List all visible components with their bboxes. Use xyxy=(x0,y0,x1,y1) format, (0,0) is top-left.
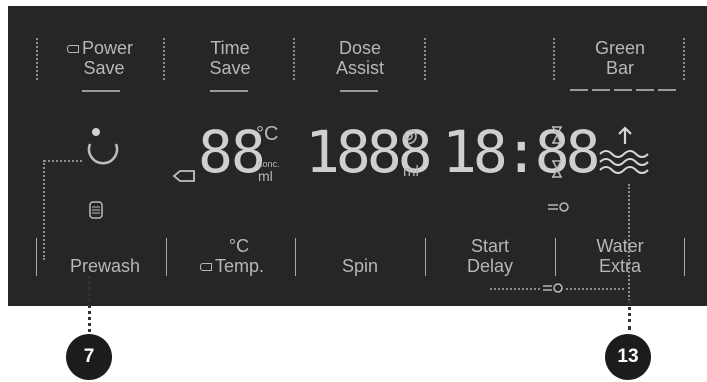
conc-unit: ml xyxy=(258,168,273,184)
temp-digits: 88 xyxy=(198,118,266,186)
key-icon xyxy=(172,170,195,182)
temp-line1: °C xyxy=(228,236,250,256)
separator xyxy=(166,238,167,276)
power-icon xyxy=(87,128,119,165)
connector-dots xyxy=(43,160,45,260)
callout-leader xyxy=(628,300,631,330)
green-bar-segments xyxy=(570,89,678,92)
time-save-line2: Save xyxy=(209,58,251,78)
temp-line2: Temp. xyxy=(214,256,265,276)
power-save-button[interactable]: Power Save xyxy=(50,38,150,78)
callout-badge: 7 xyxy=(66,334,112,380)
time-digits: 18:88 xyxy=(442,118,601,186)
hourglass-icon xyxy=(552,126,562,144)
prewash-line1 xyxy=(50,236,160,256)
separator xyxy=(555,238,556,276)
callout-leader xyxy=(88,276,91,332)
power-save-indicator xyxy=(82,90,120,92)
water-waves-icon xyxy=(599,126,649,174)
temp-unit: °C xyxy=(256,123,279,145)
temp-button[interactable]: °C Temp. xyxy=(180,236,284,276)
connector-dots xyxy=(490,288,540,290)
dose-assist-line1: Dose xyxy=(338,38,382,58)
spin-button[interactable]: Spin xyxy=(310,236,410,276)
time-save-line1: Time xyxy=(210,38,250,58)
dose-assist-line2: Assist xyxy=(335,58,384,78)
time-save-indicator xyxy=(210,90,248,92)
prewash-line2: Prewash xyxy=(69,256,141,276)
lock-icon xyxy=(548,202,569,212)
dose-assist-indicator xyxy=(340,90,378,92)
arrow-up-icon xyxy=(618,126,632,144)
separator xyxy=(683,38,685,80)
separator xyxy=(163,38,165,80)
separator xyxy=(36,238,37,276)
separator xyxy=(424,38,426,80)
green-bar-button[interactable]: Green Bar xyxy=(570,38,670,78)
connector-dots xyxy=(44,160,82,162)
water-extra-line2: Extra xyxy=(598,256,641,276)
separator xyxy=(553,38,555,80)
start-delay-line2: Delay xyxy=(466,256,514,276)
separator xyxy=(425,238,426,276)
connector-dots xyxy=(566,288,624,290)
separator xyxy=(295,238,296,276)
separator xyxy=(36,38,38,80)
key-icon xyxy=(199,263,212,272)
time-save-button[interactable]: Time Save xyxy=(180,38,280,78)
dose-assist-button[interactable]: Dose Assist xyxy=(310,38,410,78)
power-save-line2: Save xyxy=(83,58,125,78)
water-extra-line1: Water xyxy=(596,236,644,256)
separator xyxy=(684,238,685,276)
separator xyxy=(293,38,295,80)
green-bar-line2: Bar xyxy=(605,58,634,78)
start-delay-button[interactable]: Start Delay xyxy=(440,236,540,276)
callout-badge: 13 xyxy=(605,334,651,380)
green-bar-line1: Green xyxy=(594,38,646,58)
lock-icon xyxy=(543,283,563,293)
prewash-button[interactable]: Prewash xyxy=(50,236,160,276)
hourglass-icon xyxy=(552,160,562,178)
spiral-icon xyxy=(404,129,417,145)
power-save-line1: Power xyxy=(81,38,134,58)
water-extra-button[interactable]: Water Extra xyxy=(570,236,670,276)
dose-unit: ml xyxy=(403,163,419,180)
detergent-icon xyxy=(89,201,103,219)
spin-line2: Spin xyxy=(341,256,379,276)
spin-line1 xyxy=(310,236,410,256)
key-icon xyxy=(66,45,79,54)
start-delay-line1: Start xyxy=(470,236,509,256)
